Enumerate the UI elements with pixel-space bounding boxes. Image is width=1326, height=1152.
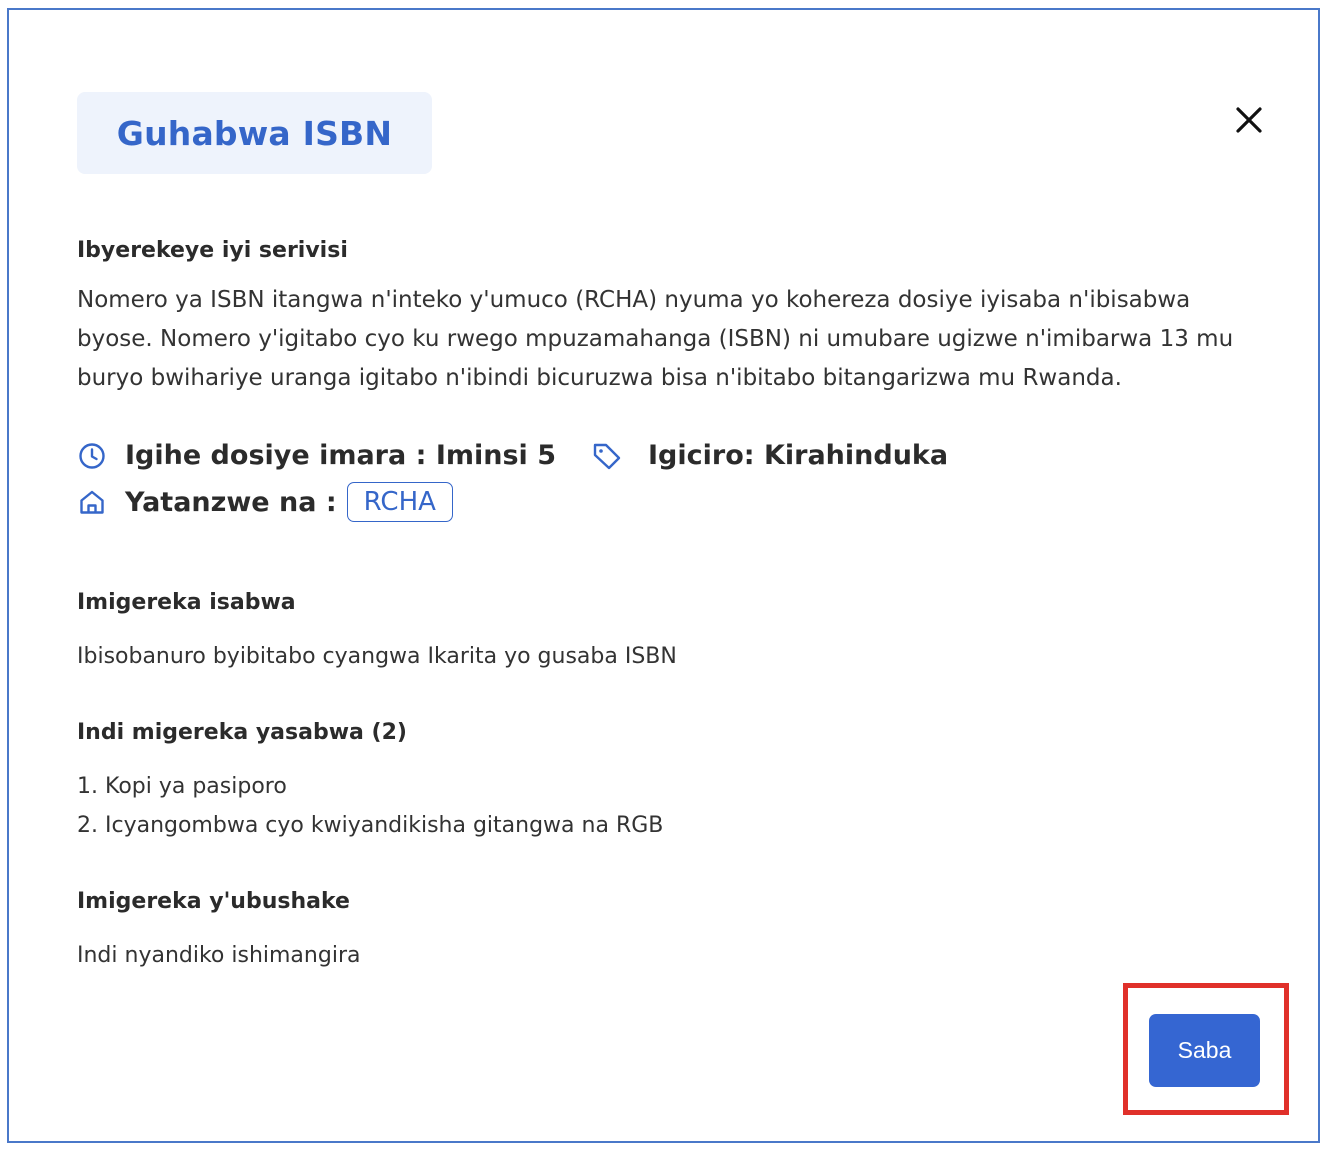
- meta-row-duration-price: Igihe dosiye imara : Iminsi 5 Igiciro: K…: [77, 440, 948, 471]
- service-modal: Guhabwa ISBN Ibyerekeye iyi serivisi Nom…: [7, 8, 1320, 1143]
- clock-icon: [77, 441, 107, 471]
- optional-docs-item: Indi nyandiko ishimangira: [77, 943, 361, 968]
- required-docs-heading: Imigereka isabwa: [77, 590, 296, 615]
- price-text: Igiciro: Kirahinduka: [648, 440, 949, 471]
- other-docs-heading: Indi migereka yasabwa (2): [77, 720, 407, 745]
- provider-label: Yatanzwe na :: [125, 486, 337, 518]
- other-docs-item: 1. Kopi ya pasiporo: [77, 774, 287, 799]
- required-docs-item: Ibisobanuro byibitabo cyangwa Ikarita yo…: [77, 644, 677, 669]
- meta-row-provider: Yatanzwe na : RCHA: [77, 482, 453, 522]
- about-line: Nomero ya ISBN itangwa n'inteko y'umuco …: [77, 287, 1191, 313]
- optional-docs-heading: Imigereka y'ubushake: [77, 889, 350, 914]
- modal-title-chip: Guhabwa ISBN: [77, 92, 432, 174]
- duration-text: Igihe dosiye imara : Iminsi 5: [125, 440, 556, 471]
- provider-badge: RCHA: [346, 482, 453, 522]
- about-heading: Ibyerekeye iyi serivisi: [77, 238, 348, 263]
- modal-title: Guhabwa ISBN: [116, 113, 393, 153]
- tag-icon: [592, 441, 622, 471]
- apply-button[interactable]: Saba: [1149, 1014, 1260, 1087]
- about-description: Nomero ya ISBN itangwa n'inteko y'umuco …: [77, 281, 1267, 398]
- about-line: buryo bwihariye uranga igitabo n'ibindi …: [77, 365, 1122, 391]
- other-docs-item: 2. Icyangombwa cyo kwiyandikisha gitangw…: [77, 813, 664, 838]
- close-button[interactable]: [1227, 98, 1271, 142]
- about-line: byose. Nomero y'igitabo cyo ku rwego mpu…: [77, 326, 1234, 352]
- close-icon: [1236, 107, 1262, 133]
- home-icon: [77, 487, 107, 517]
